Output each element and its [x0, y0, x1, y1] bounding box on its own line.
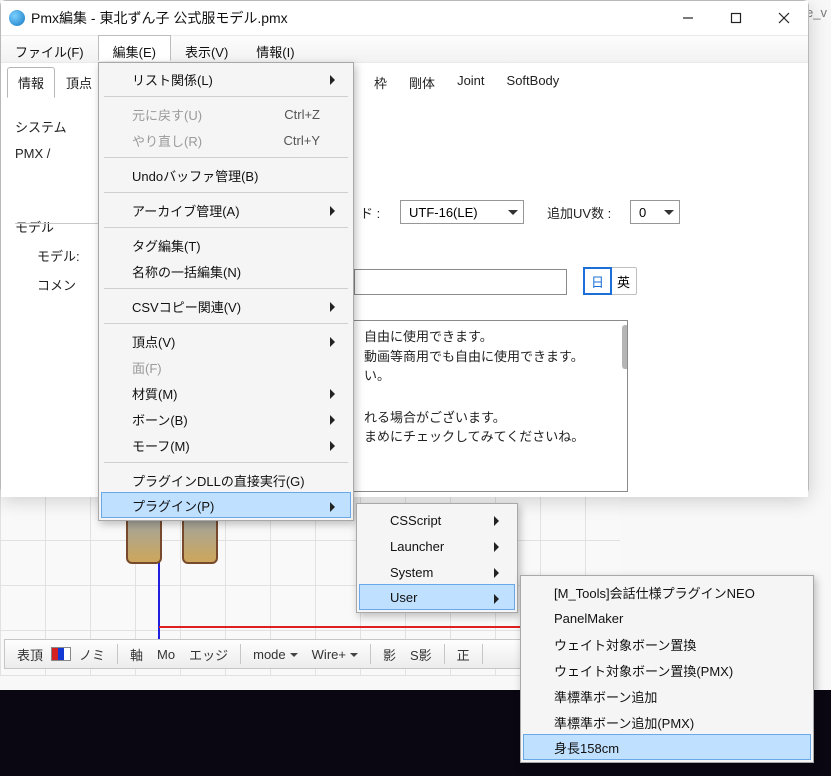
user-weight-replace[interactable]: ウェイト対象ボーン置換 [524, 631, 810, 657]
label-comment: コメン [37, 275, 105, 294]
tool-ortho[interactable]: 正 [451, 642, 476, 667]
mi-redo[interactable]: やり直し(R)Ctrl+Y [102, 127, 350, 153]
tab-softbody[interactable]: SoftBody [496, 67, 571, 98]
mi-face[interactable]: 面(F) [102, 354, 350, 380]
tool-axis[interactable]: 軸 [124, 642, 149, 667]
adduv-combo[interactable]: 0 [630, 200, 680, 224]
app-icon [9, 10, 25, 26]
tab-vertex[interactable]: 頂点 [55, 67, 103, 98]
mi-plugin[interactable]: プラグイン(P) [101, 492, 351, 518]
close-button[interactable] [760, 2, 808, 34]
label-pmx: PMX / [15, 146, 105, 161]
tool-edge[interactable]: エッジ [183, 642, 234, 667]
tab-joint[interactable]: Joint [446, 67, 495, 98]
mi-morph[interactable]: モーフ(M) [102, 432, 350, 458]
mi-archive[interactable]: アーカイブ管理(A) [102, 197, 350, 223]
lang-en-button[interactable]: 英 [611, 268, 636, 294]
label-system: システム [15, 117, 105, 136]
encoding-label: ド : [360, 203, 380, 222]
menu-info[interactable]: 情報(I) [242, 36, 308, 62]
tool-shadow[interactable]: 影 [377, 642, 402, 667]
info-side-labels: システム PMX / モデル モデル: コメン [15, 107, 105, 304]
mi-launcher[interactable]: Launcher [360, 533, 514, 559]
user-submenu: [M_Tools]会話仕様プラグインNEO PanelMaker ウェイト対象ボ… [520, 575, 814, 763]
plugin-submenu: CSScript Launcher System User [356, 503, 518, 613]
label-modelname: モデル: [37, 246, 105, 265]
titlebar[interactable]: Pmx編集 - 東北ずん子 公式服モデル.pmx [1, 1, 808, 35]
maximize-button[interactable] [712, 2, 760, 34]
tab-info[interactable]: 情報 [7, 67, 55, 98]
tool-mode[interactable]: mode [247, 644, 304, 665]
mi-undo[interactable]: 元に戻す(U)Ctrl+Z [102, 101, 350, 127]
adduv-label: 追加UV数 : [547, 203, 611, 222]
user-semistd-bone-pmx[interactable]: 準標準ボーン追加(PMX) [524, 709, 810, 735]
mi-csv[interactable]: CSVコピー関連(V) [102, 293, 350, 319]
tab-rigid[interactable]: 剛体 [398, 67, 446, 98]
tool-vertex-disp[interactable]: 表頂 [11, 642, 49, 667]
mi-vertex[interactable]: 頂点(V) [102, 328, 350, 354]
user-mtools[interactable]: [M_Tools]会話仕様プラグインNEO [524, 579, 810, 605]
mi-tag[interactable]: タグ編集(T) [102, 232, 350, 258]
mi-user[interactable]: User [359, 584, 515, 610]
label-model: モデル [15, 217, 105, 236]
tool-mo[interactable]: Mo [151, 644, 181, 665]
tool-sshadow[interactable]: S影 [404, 642, 438, 667]
lang-jp-button[interactable]: 日 [583, 267, 612, 295]
user-weight-replace-pmx[interactable]: ウェイト対象ボーン置換(PMX) [524, 657, 810, 683]
edit-dropdown: リスト関係(L) 元に戻す(U)Ctrl+Z やり直し(R)Ctrl+Y Und… [98, 62, 354, 521]
menu-file[interactable]: ファイル(F) [1, 36, 98, 62]
minimize-button[interactable] [664, 2, 712, 34]
window-title: Pmx編集 - 東北ずん子 公式服モデル.pmx [31, 8, 288, 28]
mi-dll[interactable]: プラグインDLLの直接実行(G) [102, 467, 350, 493]
model-name-input[interactable] [354, 269, 567, 295]
mi-csscript[interactable]: CSScript [360, 507, 514, 533]
encoding-combo[interactable]: UTF-16(LE) [400, 200, 524, 224]
tab-frame[interactable]: 枠 [363, 67, 398, 98]
scrollbar-thumb[interactable] [622, 325, 628, 369]
user-semistd-bone[interactable]: 準標準ボーン追加 [524, 683, 810, 709]
color-swatch[interactable] [51, 647, 71, 661]
mi-bone[interactable]: ボーン(B) [102, 406, 350, 432]
mi-system[interactable]: System [360, 559, 514, 585]
mi-list[interactable]: リスト関係(L) [102, 66, 350, 92]
menu-edit[interactable]: 編集(E) [98, 35, 171, 61]
user-height158[interactable]: 身長158cm [523, 734, 811, 760]
mi-material[interactable]: 材質(M) [102, 380, 350, 406]
menubar: ファイル(F) 編集(E) 表示(V) 情報(I) [1, 35, 808, 63]
comment-textarea[interactable]: 自由に使用できます。 動画等商用でも自由に使用できます。 い。 れる場合がござい… [353, 320, 628, 492]
language-toggle: 日 英 [583, 267, 637, 295]
tool-normal[interactable]: ノミ [73, 642, 111, 667]
mi-undobuf[interactable]: Undoバッファ管理(B) [102, 162, 350, 188]
separator [15, 223, 100, 224]
mi-rename[interactable]: 名称の一括編集(N) [102, 258, 350, 284]
menu-view[interactable]: 表示(V) [171, 36, 242, 62]
tool-wire[interactable]: Wire+ [306, 644, 364, 665]
user-panelmaker[interactable]: PanelMaker [524, 605, 810, 631]
